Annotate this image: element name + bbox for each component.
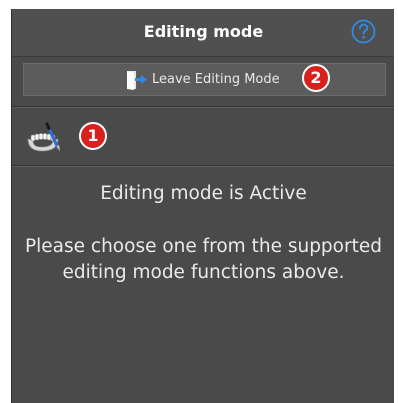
- dental-arch-edit-icon[interactable]: [25, 122, 65, 154]
- panel-header: Editing mode: [12, 9, 394, 57]
- divider: [12, 107, 394, 108]
- divider: [12, 166, 394, 167]
- exit-door-icon: [127, 71, 147, 90]
- editing-status-text: Editing mode is Active: [100, 183, 307, 204]
- callout-badge-2: 2: [302, 64, 330, 92]
- leave-editing-mode-button[interactable]: Leave Editing Mode: [23, 63, 386, 96]
- panel-title: Editing mode: [143, 22, 264, 41]
- instruction-text: Please choose one from the supported edi…: [25, 236, 382, 283]
- callout-badge-1: 1: [79, 122, 107, 150]
- question-circle-icon[interactable]: [351, 19, 376, 44]
- editing-mode-panel: Editing mode Leave Editing Mode 2 1 Edit…: [11, 9, 394, 403]
- leave-editing-mode-label: Leave Editing Mode: [152, 72, 280, 87]
